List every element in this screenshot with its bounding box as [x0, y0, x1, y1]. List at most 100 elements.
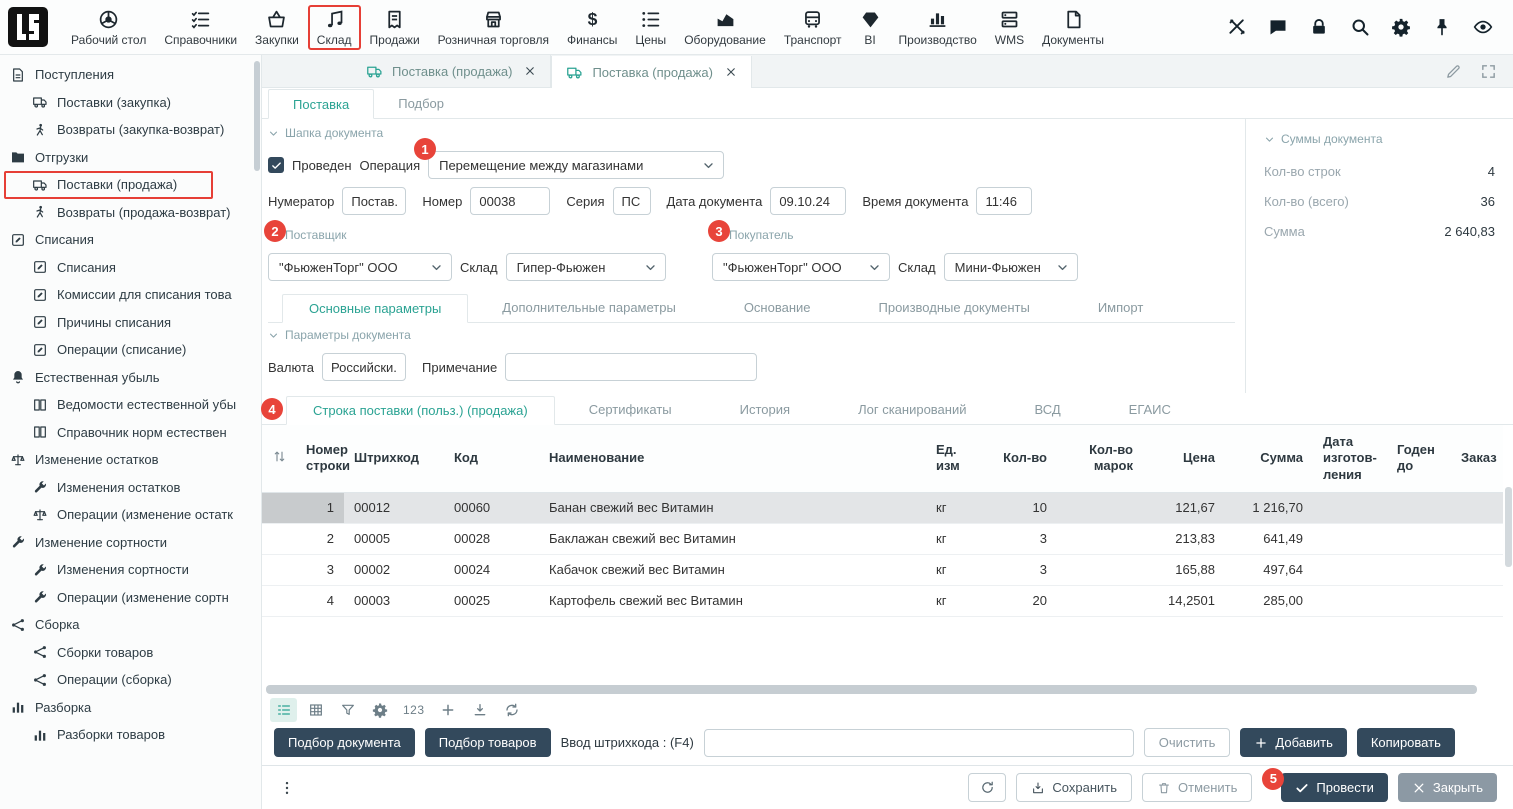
number-input[interactable] [470, 187, 550, 215]
gear-icon[interactable] [1391, 17, 1411, 37]
top-menu-item[interactable]: Производство [890, 5, 986, 50]
add-button[interactable]: Добавить [1240, 728, 1346, 757]
totals-section-header[interactable]: Суммы документа [1264, 127, 1495, 149]
pin-icon[interactable] [1432, 17, 1452, 37]
line-tab[interactable]: Лог сканирований [824, 395, 1000, 424]
sort-header-cell[interactable] [262, 425, 296, 492]
tab-close-icon[interactable] [725, 66, 737, 78]
table-header-cell[interactable]: Штрихкод [344, 425, 444, 492]
cancel-button[interactable]: Отменить [1142, 773, 1252, 802]
table-header-cell[interactable]: Заказ [1451, 425, 1503, 492]
sidebar-item[interactable]: Ведомости естественной убы [0, 391, 261, 419]
top-menu-item[interactable]: Розничная торговля [429, 5, 558, 50]
sidebar-item[interactable]: Возвраты (закупка-возврат) [0, 116, 261, 144]
document-tab[interactable]: Поставка (продажа) [551, 56, 751, 88]
sidebar-item[interactable]: Комиссии для списания това [0, 281, 261, 309]
top-menu-item[interactable]: BI [851, 5, 890, 50]
sidebar-item[interactable]: Справочник норм естествен [0, 419, 261, 447]
close-button[interactable]: Закрыть [1398, 773, 1497, 802]
top-menu-item[interactable]: Оборудование [675, 5, 775, 50]
param-tab[interactable]: Дополнительные параметры [468, 293, 710, 322]
tools-icon[interactable] [1227, 17, 1247, 37]
table-header-cell[interactable]: Кол-во марок [1057, 425, 1143, 492]
top-menu-item[interactable]: Транспорт [775, 5, 851, 50]
reload-lines-button[interactable] [499, 698, 526, 722]
sidebar-item[interactable]: Операции (списание) [0, 336, 261, 364]
grid-view-button[interactable] [302, 698, 329, 722]
line-tab[interactable]: ЕГАИС [1095, 395, 1205, 424]
more-options-icon[interactable] [278, 779, 296, 797]
operation-select[interactable]: Перемещение между магазинами [428, 151, 724, 179]
table-horizontal-scrollbar[interactable] [264, 685, 1505, 694]
sidebar-item[interactable]: Отгрузки [0, 144, 261, 172]
supplier-select[interactable]: "ФьюженТорг" ООО [268, 253, 452, 281]
sidebar-item[interactable]: Сборка [0, 611, 261, 639]
list-view-button[interactable] [270, 698, 297, 722]
top-menu-item[interactable]: WMS [986, 5, 1033, 50]
top-menu-item[interactable]: Склад [308, 5, 361, 50]
edit-icon[interactable] [1445, 63, 1462, 80]
table-header-cell[interactable]: Номер строки [296, 425, 344, 492]
supplier-warehouse-select[interactable]: Гипер-Фьюжен [506, 253, 666, 281]
top-menu-item[interactable]: Продажи [361, 5, 429, 50]
line-tab[interactable]: История [706, 395, 824, 424]
line-tab[interactable]: ВСД [1001, 395, 1095, 424]
expand-icon[interactable] [1480, 63, 1497, 80]
doc-time-input[interactable] [976, 187, 1032, 215]
table-settings-button[interactable] [366, 698, 393, 722]
lock-icon[interactable] [1309, 17, 1329, 37]
main-tab[interactable]: Подбор [374, 88, 468, 118]
sidebar-item[interactable]: Разборка [0, 694, 261, 722]
sidebar-item[interactable]: Возвраты (продажа-возврат) [0, 199, 261, 227]
sidebar-item[interactable]: Списания [0, 254, 261, 282]
pick-document-button[interactable]: Подбор документа [274, 728, 415, 757]
numerator-input[interactable] [342, 187, 406, 215]
sidebar-item[interactable]: Списания [0, 226, 261, 254]
sidebar-item[interactable]: Изменение остатков [0, 446, 261, 474]
sort-icon[interactable] [272, 449, 287, 464]
sidebar-item[interactable]: Сборки товаров [0, 639, 261, 667]
param-tab[interactable]: Производные документы [845, 293, 1064, 322]
params-section-header[interactable]: Параметры документа [268, 323, 1235, 345]
supplier-section-header[interactable]: 2 Поставщик [268, 223, 696, 245]
sidebar-item[interactable]: Изменение сортности [0, 529, 261, 557]
sidebar-item[interactable]: Изменения остатков [0, 474, 261, 502]
table-header-cell[interactable]: Цена [1143, 425, 1225, 492]
document-tab[interactable]: Поставка (продажа) [352, 55, 551, 87]
sidebar-item[interactable]: Поступления [0, 61, 261, 89]
sidebar-item[interactable]: Естественная убыль [0, 364, 261, 392]
buyer-section-header[interactable]: 3 Покупатель [712, 223, 1140, 245]
top-menu-item[interactable]: Рабочий стол [62, 5, 155, 50]
currency-input[interactable] [322, 353, 406, 381]
table-header-cell[interactable]: Код [444, 425, 539, 492]
numbers-toggle[interactable]: 123 [398, 703, 430, 717]
refresh-button[interactable] [968, 773, 1006, 802]
table-header-cell[interactable]: Кол-во [981, 425, 1057, 492]
tab-close-icon[interactable] [524, 65, 536, 77]
top-menu-item[interactable]: Документы [1033, 5, 1113, 50]
filter-button[interactable] [334, 698, 361, 722]
sidebar-item[interactable]: Операции (изменение сортн [0, 584, 261, 612]
note-input[interactable] [505, 353, 757, 381]
doc-date-input[interactable] [770, 187, 846, 215]
search-icon[interactable] [1350, 17, 1370, 37]
sidebar-item[interactable]: Поставки (закупка) [0, 89, 261, 117]
top-menu-item[interactable]: Цены [626, 5, 675, 50]
table-row[interactable]: 2 00005 00028 Баклажан свежий вес Витами… [262, 523, 1503, 554]
sidebar-item[interactable]: Причины списания [0, 309, 261, 337]
posted-checkbox[interactable] [268, 157, 284, 173]
sidebar-item[interactable]: Операции (изменение остатк [0, 501, 261, 529]
main-tab[interactable]: Поставка [268, 89, 374, 119]
chat-icon[interactable] [1268, 17, 1288, 37]
pick-goods-button[interactable]: Подбор товаров [425, 728, 551, 757]
top-menu-item[interactable]: Справочники [155, 5, 246, 50]
post-button[interactable]: Провести [1281, 773, 1388, 802]
add-line-button[interactable] [435, 698, 462, 722]
sidebar-item[interactable]: Поставки (продажа) [0, 171, 261, 199]
section-header-doc[interactable]: Шапка документа [268, 121, 1235, 143]
export-button[interactable] [467, 698, 494, 722]
table-header-cell[interactable]: Ед. изм [926, 425, 981, 492]
clear-button[interactable]: Очистить [1144, 728, 1231, 757]
param-tab[interactable]: Основание [710, 293, 845, 322]
series-input[interactable] [613, 187, 651, 215]
